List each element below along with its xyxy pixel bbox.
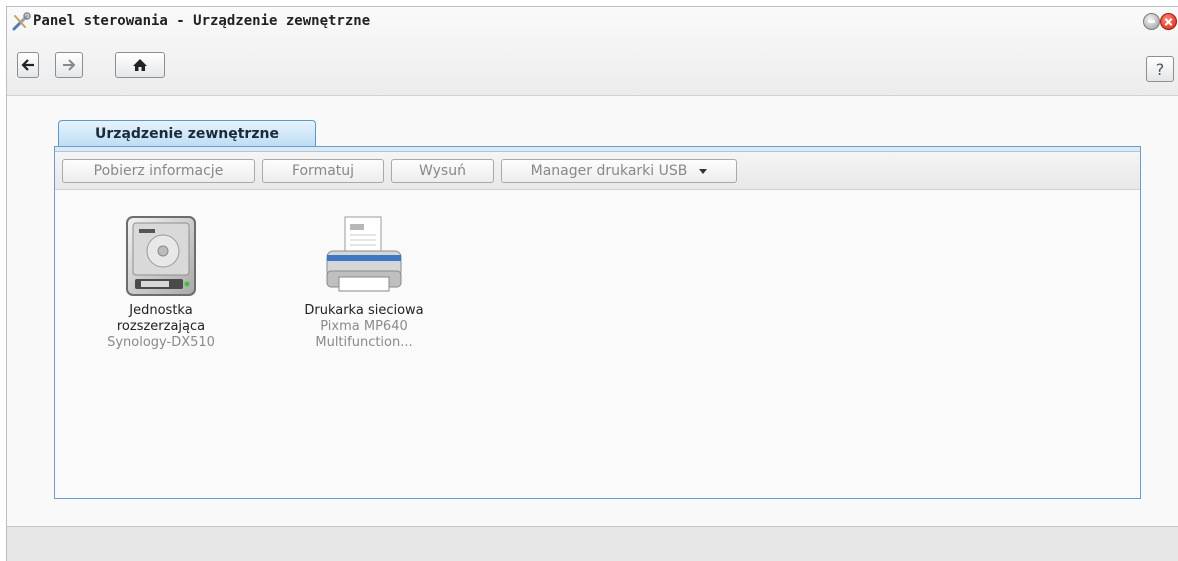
device-panel: Pobierz informacje Formatuj Wysuń Manage… xyxy=(54,146,1141,499)
usb-printer-manager-label: Manager drukarki USB xyxy=(530,163,688,179)
device-name-line2: rozszerzająca xyxy=(116,319,206,334)
hard-drive-icon xyxy=(126,216,196,296)
device-detail-line2: Multifunction... xyxy=(315,335,413,350)
help-button[interactable]: ? xyxy=(1146,56,1174,82)
tab-external-device[interactable]: Urządzenie zewnętrzne xyxy=(58,120,316,147)
window-title: Panel sterowania - Urządzenie zewnętrzne xyxy=(33,13,371,29)
title-bar: Panel sterowania - Urządzenie zewnętrzne… xyxy=(7,7,1178,96)
device-item-network-printer[interactable]: Drukarka sieciowa Pixma MP640 Multifunct… xyxy=(289,215,439,351)
device-name: Drukarka sieciowa xyxy=(304,303,424,318)
toolbar: Pobierz informacje Formatuj Wysuń Manage… xyxy=(55,152,1140,190)
format-button[interactable]: Formatuj xyxy=(262,159,384,183)
device-detail-line1: Pixma MP640 xyxy=(320,319,408,334)
control-panel-window: Panel sterowania - Urządzenie zewnętrzne… xyxy=(6,6,1178,561)
tools-icon xyxy=(12,12,31,31)
back-button[interactable] xyxy=(17,52,39,78)
close-button[interactable] xyxy=(1160,13,1177,30)
status-bar xyxy=(7,526,1178,561)
main-content: Urządzenie zewnętrzne Pobierz informacje… xyxy=(7,96,1178,527)
chevron-down-icon xyxy=(699,168,708,174)
printer-icon xyxy=(326,216,402,292)
device-item-expansion-unit[interactable]: Jednostka rozszerzająca Synology-DX510 xyxy=(101,215,221,351)
home-button[interactable] xyxy=(115,52,165,78)
forward-button[interactable] xyxy=(55,52,83,78)
device-detail: Synology-DX510 xyxy=(107,335,215,350)
eject-button[interactable]: Wysuń xyxy=(391,159,494,183)
get-info-button[interactable]: Pobierz informacje xyxy=(62,159,255,183)
arrow-left-icon xyxy=(21,59,34,71)
arrow-right-icon xyxy=(63,59,76,71)
home-icon xyxy=(133,59,147,71)
usb-printer-manager-dropdown[interactable]: Manager drukarki USB xyxy=(501,159,737,183)
minimize-button[interactable] xyxy=(1143,13,1160,30)
device-name-line1: Jednostka xyxy=(129,303,193,318)
